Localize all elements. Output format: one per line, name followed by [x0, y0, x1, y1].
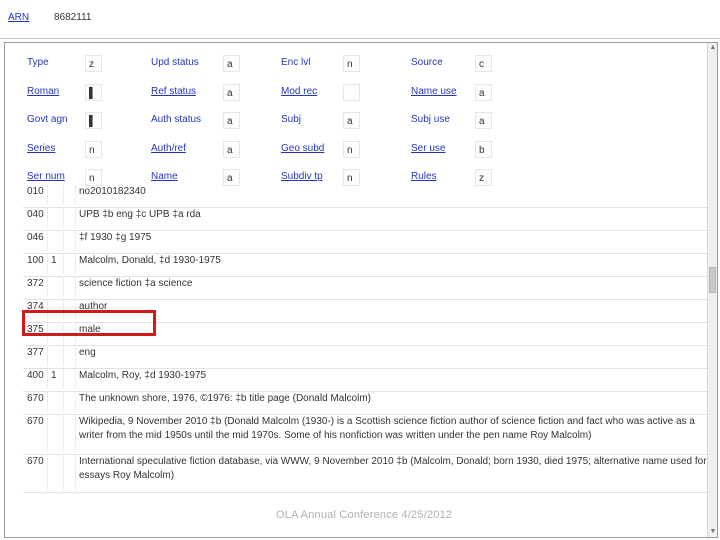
- variable-field-row[interactable]: 372 science fiction ‡a science: [23, 277, 707, 300]
- column-divider: [63, 346, 64, 366]
- field-tag: 046: [27, 232, 44, 243]
- column-divider: [47, 277, 48, 297]
- field-content[interactable]: ‡f 1930 ‡g 1975: [79, 231, 707, 245]
- scroll-up-arrow-icon[interactable]: ▲: [708, 43, 717, 53]
- record-panel: Type z Upd status a Enc lvl n Source c Roman ▌ Ref…: [4, 42, 718, 538]
- variable-field-row[interactable]: 375 male: [23, 323, 707, 346]
- column-divider: [63, 185, 64, 205]
- column-divider: [63, 392, 64, 412]
- field-content[interactable]: Wikipedia, 9 November 2010 ‡b (Donald Ma…: [79, 415, 707, 443]
- field-tag: 040: [27, 209, 44, 220]
- column-divider: [75, 392, 76, 412]
- column-divider: [63, 455, 64, 490]
- column-divider: [75, 415, 76, 452]
- variable-field-row[interactable]: 400 1 Malcolm, Roy, ‡d 1930-1975: [23, 369, 707, 392]
- column-divider: [75, 323, 76, 343]
- variable-field-row[interactable]: 374 author: [23, 300, 707, 323]
- arn-value: 8682111: [54, 12, 92, 23]
- field-content[interactable]: science fiction ‡a science: [79, 277, 707, 291]
- column-divider: [47, 455, 48, 490]
- column-divider: [47, 185, 48, 205]
- arn-link[interactable]: ARN: [8, 12, 29, 23]
- indicator-1: 1: [51, 255, 57, 266]
- variable-field-row[interactable]: 670 International speculative fiction dat…: [23, 455, 707, 493]
- column-divider: [47, 415, 48, 452]
- field-tag: 374: [27, 301, 44, 312]
- field-tag: 100: [27, 255, 44, 266]
- column-divider: [75, 300, 76, 320]
- field-content[interactable]: UPB ‡b eng ‡c UPB ‡a rda: [79, 208, 707, 222]
- variable-field-row[interactable]: 010 no2010182340: [23, 185, 707, 208]
- field-tag: 400: [27, 370, 44, 381]
- column-divider: [63, 415, 64, 452]
- conference-footer: OLA Annual Conference 4/25/2012: [276, 509, 453, 521]
- column-divider: [47, 392, 48, 412]
- column-divider: [75, 231, 76, 251]
- variable-field-row[interactable]: 100 1 Malcolm, Donald, ‡d 1930-1975: [23, 254, 707, 277]
- column-divider: [75, 277, 76, 297]
- variable-field-row[interactable]: 377 eng: [23, 346, 707, 369]
- column-divider: [47, 208, 48, 228]
- column-divider: [63, 277, 64, 297]
- variable-field-row[interactable]: 670 The unknown shore, 1976, ©1976: ‡b ti…: [23, 392, 707, 415]
- field-tag: 010: [27, 186, 44, 197]
- field-tag: 372: [27, 278, 44, 289]
- column-divider: [63, 254, 64, 274]
- field-content[interactable]: The unknown shore, 1976, ©1976: ‡b title…: [79, 392, 707, 406]
- column-divider: [63, 208, 64, 228]
- arn-bar: ARN 8682111: [0, 0, 720, 39]
- column-divider: [47, 369, 48, 389]
- column-divider: [47, 254, 48, 274]
- field-content[interactable]: Malcolm, Donald, ‡d 1930-1975: [79, 254, 707, 268]
- column-divider: [75, 185, 76, 205]
- column-divider: [75, 369, 76, 389]
- scroll-down-arrow-icon[interactable]: ▼: [708, 527, 717, 537]
- field-tag: 377: [27, 347, 44, 358]
- field-tag: 670: [27, 393, 44, 404]
- column-divider: [47, 346, 48, 366]
- field-content[interactable]: no2010182340: [79, 185, 707, 199]
- vertical-scrollbar[interactable]: ▲ ▼: [707, 43, 717, 537]
- variable-field-table: 010 no2010182340 040 UPB ‡b eng ‡c UPB ‡a r…: [5, 43, 707, 537]
- field-content[interactable]: eng: [79, 346, 707, 360]
- column-divider: [47, 300, 48, 320]
- column-divider: [47, 231, 48, 251]
- field-tag: 670: [27, 456, 44, 467]
- scroll-thumb[interactable]: [709, 267, 716, 293]
- column-divider: [75, 208, 76, 228]
- indicator-1: 1: [51, 370, 57, 381]
- row-separator: [23, 492, 707, 493]
- variable-field-row[interactable]: 670 Wikipedia, 9 November 2010 ‡b (Donald…: [23, 415, 707, 455]
- field-content[interactable]: Malcolm, Roy, ‡d 1930-1975: [79, 369, 707, 383]
- field-tag: 670: [27, 416, 44, 427]
- column-divider: [63, 369, 64, 389]
- column-divider: [47, 323, 48, 343]
- column-divider: [63, 323, 64, 343]
- field-content[interactable]: male: [79, 323, 707, 337]
- variable-field-row[interactable]: 046 ‡f 1930 ‡g 1975: [23, 231, 707, 254]
- field-content[interactable]: author: [79, 300, 707, 314]
- column-divider: [75, 455, 76, 490]
- field-content[interactable]: International speculative fiction databa…: [79, 455, 707, 483]
- field-tag: 375: [27, 324, 44, 335]
- column-divider: [63, 231, 64, 251]
- column-divider: [75, 346, 76, 366]
- variable-field-row[interactable]: 040 UPB ‡b eng ‡c UPB ‡a rda: [23, 208, 707, 231]
- column-divider: [75, 254, 76, 274]
- column-divider: [63, 300, 64, 320]
